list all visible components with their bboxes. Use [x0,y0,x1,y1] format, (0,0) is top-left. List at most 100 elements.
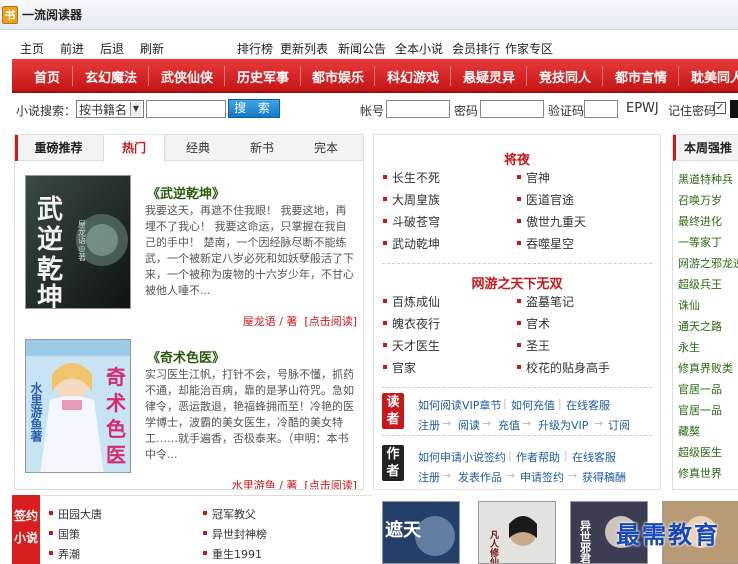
nav-fantasy[interactable]: 玄幻魔法 [85,67,137,86]
nav-home[interactable]: 首页 [34,67,60,86]
search-button[interactable]: 搜 索 [228,99,280,118]
svg-text:坤: 坤 [37,283,63,309]
list-item[interactable]: 吞噬星空 [516,235,574,252]
list-item[interactable]: 重生1991 [203,546,262,562]
menu-refresh[interactable]: 刷新 [140,40,164,57]
remember-checkbox[interactable]: ✓ [714,102,726,114]
book-cover[interactable]: 武 逆 乾 坤 屋龙语◎著 [25,175,131,309]
book-title[interactable]: 《武逆乾坤》 [147,183,225,202]
search-bar: 小说搜索： 按书籍名 ▼ 搜 索 帐号 密码 验证码 EPWJ 记住密码 ✓ [12,98,738,122]
search-type-select[interactable]: 按书籍名 ▼ [76,100,144,118]
list-item[interactable]: 超级兵王 [678,276,722,292]
nav-sports-fanfic[interactable]: 竞技同人 [539,67,591,86]
nav-scifi[interactable]: 科幻游戏 [387,67,439,86]
book-thumbnail[interactable]: 凡人修仙 [478,501,556,564]
list-item[interactable]: 校花的贴身高手 [516,359,610,376]
section-title[interactable]: 将夜 [374,149,660,168]
list-item[interactable]: 斗破苍穹 [382,213,440,230]
tab-new[interactable]: 新书 [231,135,293,161]
reader-link[interactable]: 注册 [418,417,440,433]
list-item[interactable]: 天才医生 [382,337,440,354]
list-item[interactable]: 武动乾坤 [382,235,440,252]
nav-mystery[interactable]: 悬疑灵异 [463,67,515,86]
menu-update-list[interactable]: 更新列表 [280,40,328,57]
list-item[interactable]: 最终进化 [678,213,722,229]
nav-urban[interactable]: 都市娱乐 [312,67,364,86]
nav-history[interactable]: 历史军事 [237,67,289,86]
list-item[interactable]: 百炼成仙 [382,293,440,310]
list-item[interactable]: 长生不死 [382,169,440,186]
help-link[interactable]: 在线客服 [572,449,616,465]
list-item[interactable]: 永生 [678,339,700,355]
book-cover[interactable]: 奇 术 色 医 水里游鱼著 [25,339,131,473]
section-title[interactable]: 网游之天下无双 [374,273,660,292]
list-item[interactable]: 通天之路 [678,318,722,334]
list-item[interactable]: 傲世九重天 [516,213,586,230]
reader-link[interactable]: 升级为VIP [538,417,588,433]
help-link[interactable]: 如何充值 [511,397,555,413]
help-link[interactable]: 如何阅读VIP章节 [418,397,501,413]
book-item: 武 逆 乾 坤 屋龙语◎著 《武逆乾坤》 我要这天，再遮不住我眼！ 我要这地，再… [23,175,359,328]
list-item[interactable]: 修真界败类 [678,360,733,376]
list-item[interactable]: 官神 [516,169,550,186]
list-item[interactable]: 官居一品 [678,402,722,418]
list-item[interactable]: 圣王 [516,337,550,354]
help-link[interactable]: 如何申请小说签约 [418,449,506,465]
tab-complete[interactable]: 完本 [295,135,357,161]
reader-badge: 读者 [382,393,404,429]
login-button[interactable] [730,100,738,118]
list-item[interactable]: 弄潮 [49,546,80,562]
help-link[interactable]: 在线客服 [566,397,610,413]
captcha-field[interactable] [584,100,618,118]
search-input[interactable] [146,100,226,118]
list-item[interactable]: 黑道特种兵 [678,171,733,187]
list-item[interactable]: 冠军教父 [203,506,256,522]
tab-classic[interactable]: 经典 [167,135,229,161]
nav-wuxia[interactable]: 武侠仙侠 [161,67,213,86]
list-item[interactable]: 网游之邪龙逆天 [678,255,738,271]
reader-link[interactable]: 阅读 [458,417,480,433]
menu-forward[interactable]: 前进 [60,40,84,57]
author-link[interactable]: 注册 [418,469,440,485]
captcha-image[interactable]: EPWJ [626,101,659,116]
book-title[interactable]: 《奇术色医》 [147,347,225,366]
author-link[interactable]: 发表作品 [458,469,502,485]
list-item[interactable]: 超级医生 [678,444,722,460]
list-item[interactable]: 一等家丁 [678,234,722,250]
book-author-read-link[interactable]: 水里游鱼 / 著 [点击阅读] [232,477,357,489]
author-link[interactable]: 申请签约 [520,469,564,485]
list-item[interactable]: 诛仙 [678,297,700,313]
list-item[interactable]: 官家 [382,359,416,376]
author-link[interactable]: 获得稿酬 [582,469,626,485]
list-item[interactable]: 医道官途 [516,191,574,208]
reader-link[interactable]: 充值 [498,417,520,433]
list-item[interactable]: 官术 [516,315,550,332]
svg-text:异世邪君: 异世邪君 [579,520,593,564]
nav-romance[interactable]: 都市言情 [615,67,667,86]
list-item[interactable]: 召唤万岁 [678,192,722,208]
list-item[interactable]: 官居一品 [678,381,722,397]
list-item[interactable]: 魄衣夜行 [382,315,440,332]
account-field[interactable] [386,100,450,118]
book-author-read-link[interactable]: 屋龙语 / 著 [点击阅读] [243,313,357,329]
menu-news[interactable]: 新闻公告 [338,40,386,57]
menu-ranking[interactable]: 排行榜 [237,40,273,57]
list-item[interactable]: 国策 [49,526,80,542]
list-item[interactable]: 异世封神榜 [203,526,267,542]
help-link[interactable]: 作者帮助 [516,449,560,465]
list-item[interactable]: 藏獒 [678,423,700,439]
nav-bl-fanfic[interactable]: 耽美同人 [691,67,738,86]
menu-home[interactable]: 主页 [20,40,44,57]
menu-complete-novels[interactable]: 全本小说 [395,40,443,57]
menu-back[interactable]: 后退 [100,40,124,57]
list-item[interactable]: 盗墓笔记 [516,293,574,310]
menu-member-ranking[interactable]: 会员排行 [452,40,500,57]
reader-link[interactable]: 订阅 [608,417,630,433]
list-item[interactable]: 田园大唐 [49,506,102,522]
list-item[interactable]: 大周皇族 [382,191,440,208]
menu-author-zone[interactable]: 作家专区 [505,40,553,57]
password-field[interactable] [480,100,544,118]
list-item[interactable]: 修真世界 [678,465,722,481]
tab-hot[interactable]: 热门 [103,135,165,162]
book-thumbnail[interactable]: 遮天 [382,501,460,564]
